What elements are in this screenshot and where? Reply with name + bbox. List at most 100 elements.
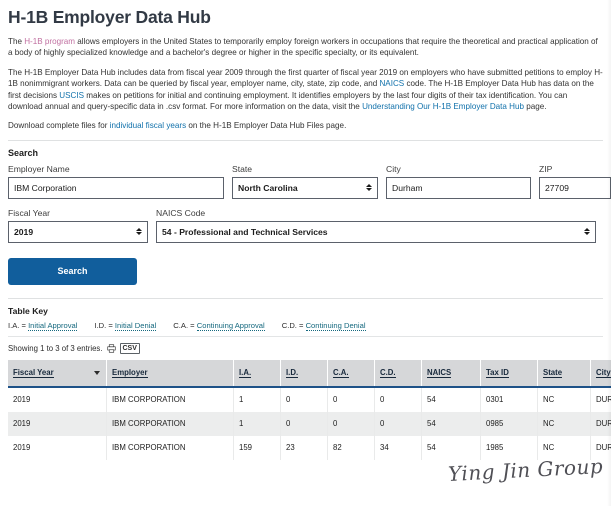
column-header-employer[interactable]: Employer: [106, 359, 234, 388]
h1b-program-link[interactable]: H-1B program: [24, 37, 75, 46]
cell-fiscal-year: 2019: [8, 386, 107, 412]
fiscal-year-field-group: Fiscal Year 2019: [8, 208, 148, 243]
print-icon[interactable]: [106, 344, 116, 353]
column-header-ca[interactable]: C.A.: [327, 359, 375, 388]
table-key-item-ca: C.A. = Continuing Approval: [173, 320, 265, 331]
column-header-ia[interactable]: I.A.: [233, 359, 281, 388]
column-header-label: I.D.: [286, 367, 299, 378]
column-header-label: I.A.: [239, 367, 252, 378]
cell-state: NC: [537, 411, 591, 436]
chevron-updown-icon: [366, 184, 372, 192]
section-divider: [8, 139, 603, 141]
zip-field-group: ZIP: [539, 164, 611, 199]
city-input[interactable]: [386, 176, 531, 199]
cell-id: 23: [280, 435, 328, 460]
search-section: Search Employer Name State North Carolin…: [0, 148, 611, 243]
continuing-denial-link[interactable]: Continuing Denial: [305, 320, 366, 331]
results-section: Table Key I.A. = Initial Approval I.D. =…: [8, 297, 611, 460]
naics-code-select[interactable]: 54 - Professional and Technical Services: [156, 220, 596, 243]
individual-fiscal-years-link[interactable]: individual fiscal years: [110, 121, 186, 130]
results-meta-row: Showing 1 to 3 of 3 entries. CSV: [8, 342, 603, 354]
column-header-label: C.D.: [380, 367, 396, 378]
city-label: City: [386, 163, 401, 174]
intro-paragraph-2: The H-1B Employer Data Hub includes data…: [8, 67, 603, 113]
column-header-label: NAICS: [427, 367, 452, 378]
cell-state: NC: [537, 435, 591, 460]
cell-tax-id: 1985: [480, 435, 538, 460]
cell-ca: 0: [327, 411, 375, 436]
column-header-state[interactable]: State: [537, 359, 591, 388]
city-field-group: City: [386, 164, 531, 199]
table-key-list: I.A. = Initial Approval I.D. = Initial D…: [8, 320, 603, 337]
state-select[interactable]: North Carolina: [232, 176, 378, 199]
intro-p1-text-a: The: [8, 37, 25, 46]
table-key-abbr-id: I.D. =: [94, 320, 115, 330]
cell-state: NC: [537, 386, 591, 412]
intro-text-block: The H-1B program allows employers in the…: [0, 36, 611, 132]
uscis-link[interactable]: USCIS: [59, 91, 84, 100]
csv-download-button[interactable]: CSV: [119, 342, 140, 354]
zip-input[interactable]: [539, 176, 611, 199]
state-select-value: North Carolina: [238, 182, 298, 193]
search-submit-button[interactable]: Search: [8, 257, 137, 285]
table-key-title: Table Key: [8, 305, 48, 316]
column-header-fiscal-year[interactable]: Fiscal Year: [8, 359, 107, 388]
fiscal-year-select[interactable]: 2019: [8, 220, 148, 243]
naics-link[interactable]: NAICS: [379, 79, 404, 88]
intro-p3-text-b: on the H-1B Employer Data Hub Files page…: [186, 121, 347, 131]
page-edge-shadow: [607, 0, 611, 506]
cell-fiscal-year: 2019: [8, 411, 107, 436]
page-title: H-1B Employer Data Hub: [8, 7, 211, 27]
cell-naics: 54: [421, 435, 481, 460]
entries-count-text: Showing 1 to 3 of 3 entries.: [8, 343, 103, 353]
page-root: H-1B Employer Data Hub The H-1B program …: [0, 0, 611, 506]
intro-p2-text-d: page.: [524, 102, 547, 112]
column-header-id[interactable]: I.D.: [280, 359, 328, 388]
column-header-label: Tax ID: [486, 367, 509, 378]
cell-tax-id: 0301: [480, 386, 538, 412]
results-table-head: Fiscal Year Employer I.A. I.D. C.A. C.D.…: [8, 359, 611, 388]
results-table: Fiscal Year Employer I.A. I.D. C.A. C.D.…: [8, 359, 611, 460]
cell-employer: IBM CORPORATION: [106, 435, 234, 460]
column-header-label: Fiscal Year: [13, 367, 54, 378]
naics-code-label: NAICS Code: [156, 207, 206, 218]
employer-name-input[interactable]: [8, 176, 224, 199]
employer-name-field-group: Employer Name: [8, 164, 224, 199]
column-header-label: Employer: [112, 367, 148, 378]
column-header-cd[interactable]: C.D.: [374, 359, 422, 388]
cell-cd: 0: [374, 411, 422, 436]
employer-name-label: Employer Name: [8, 163, 70, 174]
initial-approval-link[interactable]: Initial Approval: [28, 320, 78, 331]
search-field-row-1: Employer Name State North Carolina City …: [8, 164, 611, 199]
cell-ca: 82: [327, 435, 375, 460]
results-table-body: 2019 IBM CORPORATION 1 0 0 0 54 0301 NC …: [8, 386, 611, 460]
state-field-group: State North Carolina: [232, 164, 378, 199]
understanding-data-hub-link[interactable]: Understanding Our H-1B Employer Data Hub: [362, 102, 524, 111]
continuing-approval-link[interactable]: Continuing Approval: [196, 320, 265, 331]
cell-id: 0: [280, 386, 328, 412]
table-row: 2019 IBM CORPORATION 159 23 82 34 54 198…: [8, 435, 611, 460]
cell-ia: 1: [233, 386, 281, 412]
sort-descending-icon: [94, 371, 100, 376]
table-key-item-cd: C.D. = Continuing Denial: [281, 320, 366, 331]
intro-p1-text-b: allows employers in the United States to…: [8, 37, 598, 58]
cell-cd: 34: [374, 435, 422, 460]
table-header-row: Fiscal Year Employer I.A. I.D. C.A. C.D.…: [8, 359, 611, 388]
intro-paragraph-1: The H-1B program allows employers in the…: [8, 36, 603, 59]
cell-employer: IBM CORPORATION: [106, 386, 234, 412]
cell-ca: 0: [327, 386, 375, 412]
table-key-abbr-cd: C.D. =: [281, 320, 306, 330]
table-row: 2019 IBM CORPORATION 1 0 0 0 54 0985 NC …: [8, 411, 611, 436]
cell-fiscal-year: 2019: [8, 435, 107, 460]
column-header-naics[interactable]: NAICS: [421, 359, 481, 388]
naics-code-field-group: NAICS Code 54 - Professional and Technic…: [156, 208, 596, 243]
table-key-abbr-ia: I.A. =: [8, 320, 29, 330]
initial-denial-link[interactable]: Initial Denial: [114, 320, 157, 331]
table-key-abbr-ca: C.A. =: [173, 320, 197, 330]
column-header-tax-id[interactable]: Tax ID: [480, 359, 538, 388]
state-label: State: [232, 163, 253, 174]
cell-naics: 54: [421, 386, 481, 412]
fiscal-year-label: Fiscal Year: [8, 207, 51, 218]
table-row: 2019 IBM CORPORATION 1 0 0 0 54 0301 NC …: [8, 386, 611, 412]
table-key-item-ia: I.A. = Initial Approval: [8, 320, 78, 331]
